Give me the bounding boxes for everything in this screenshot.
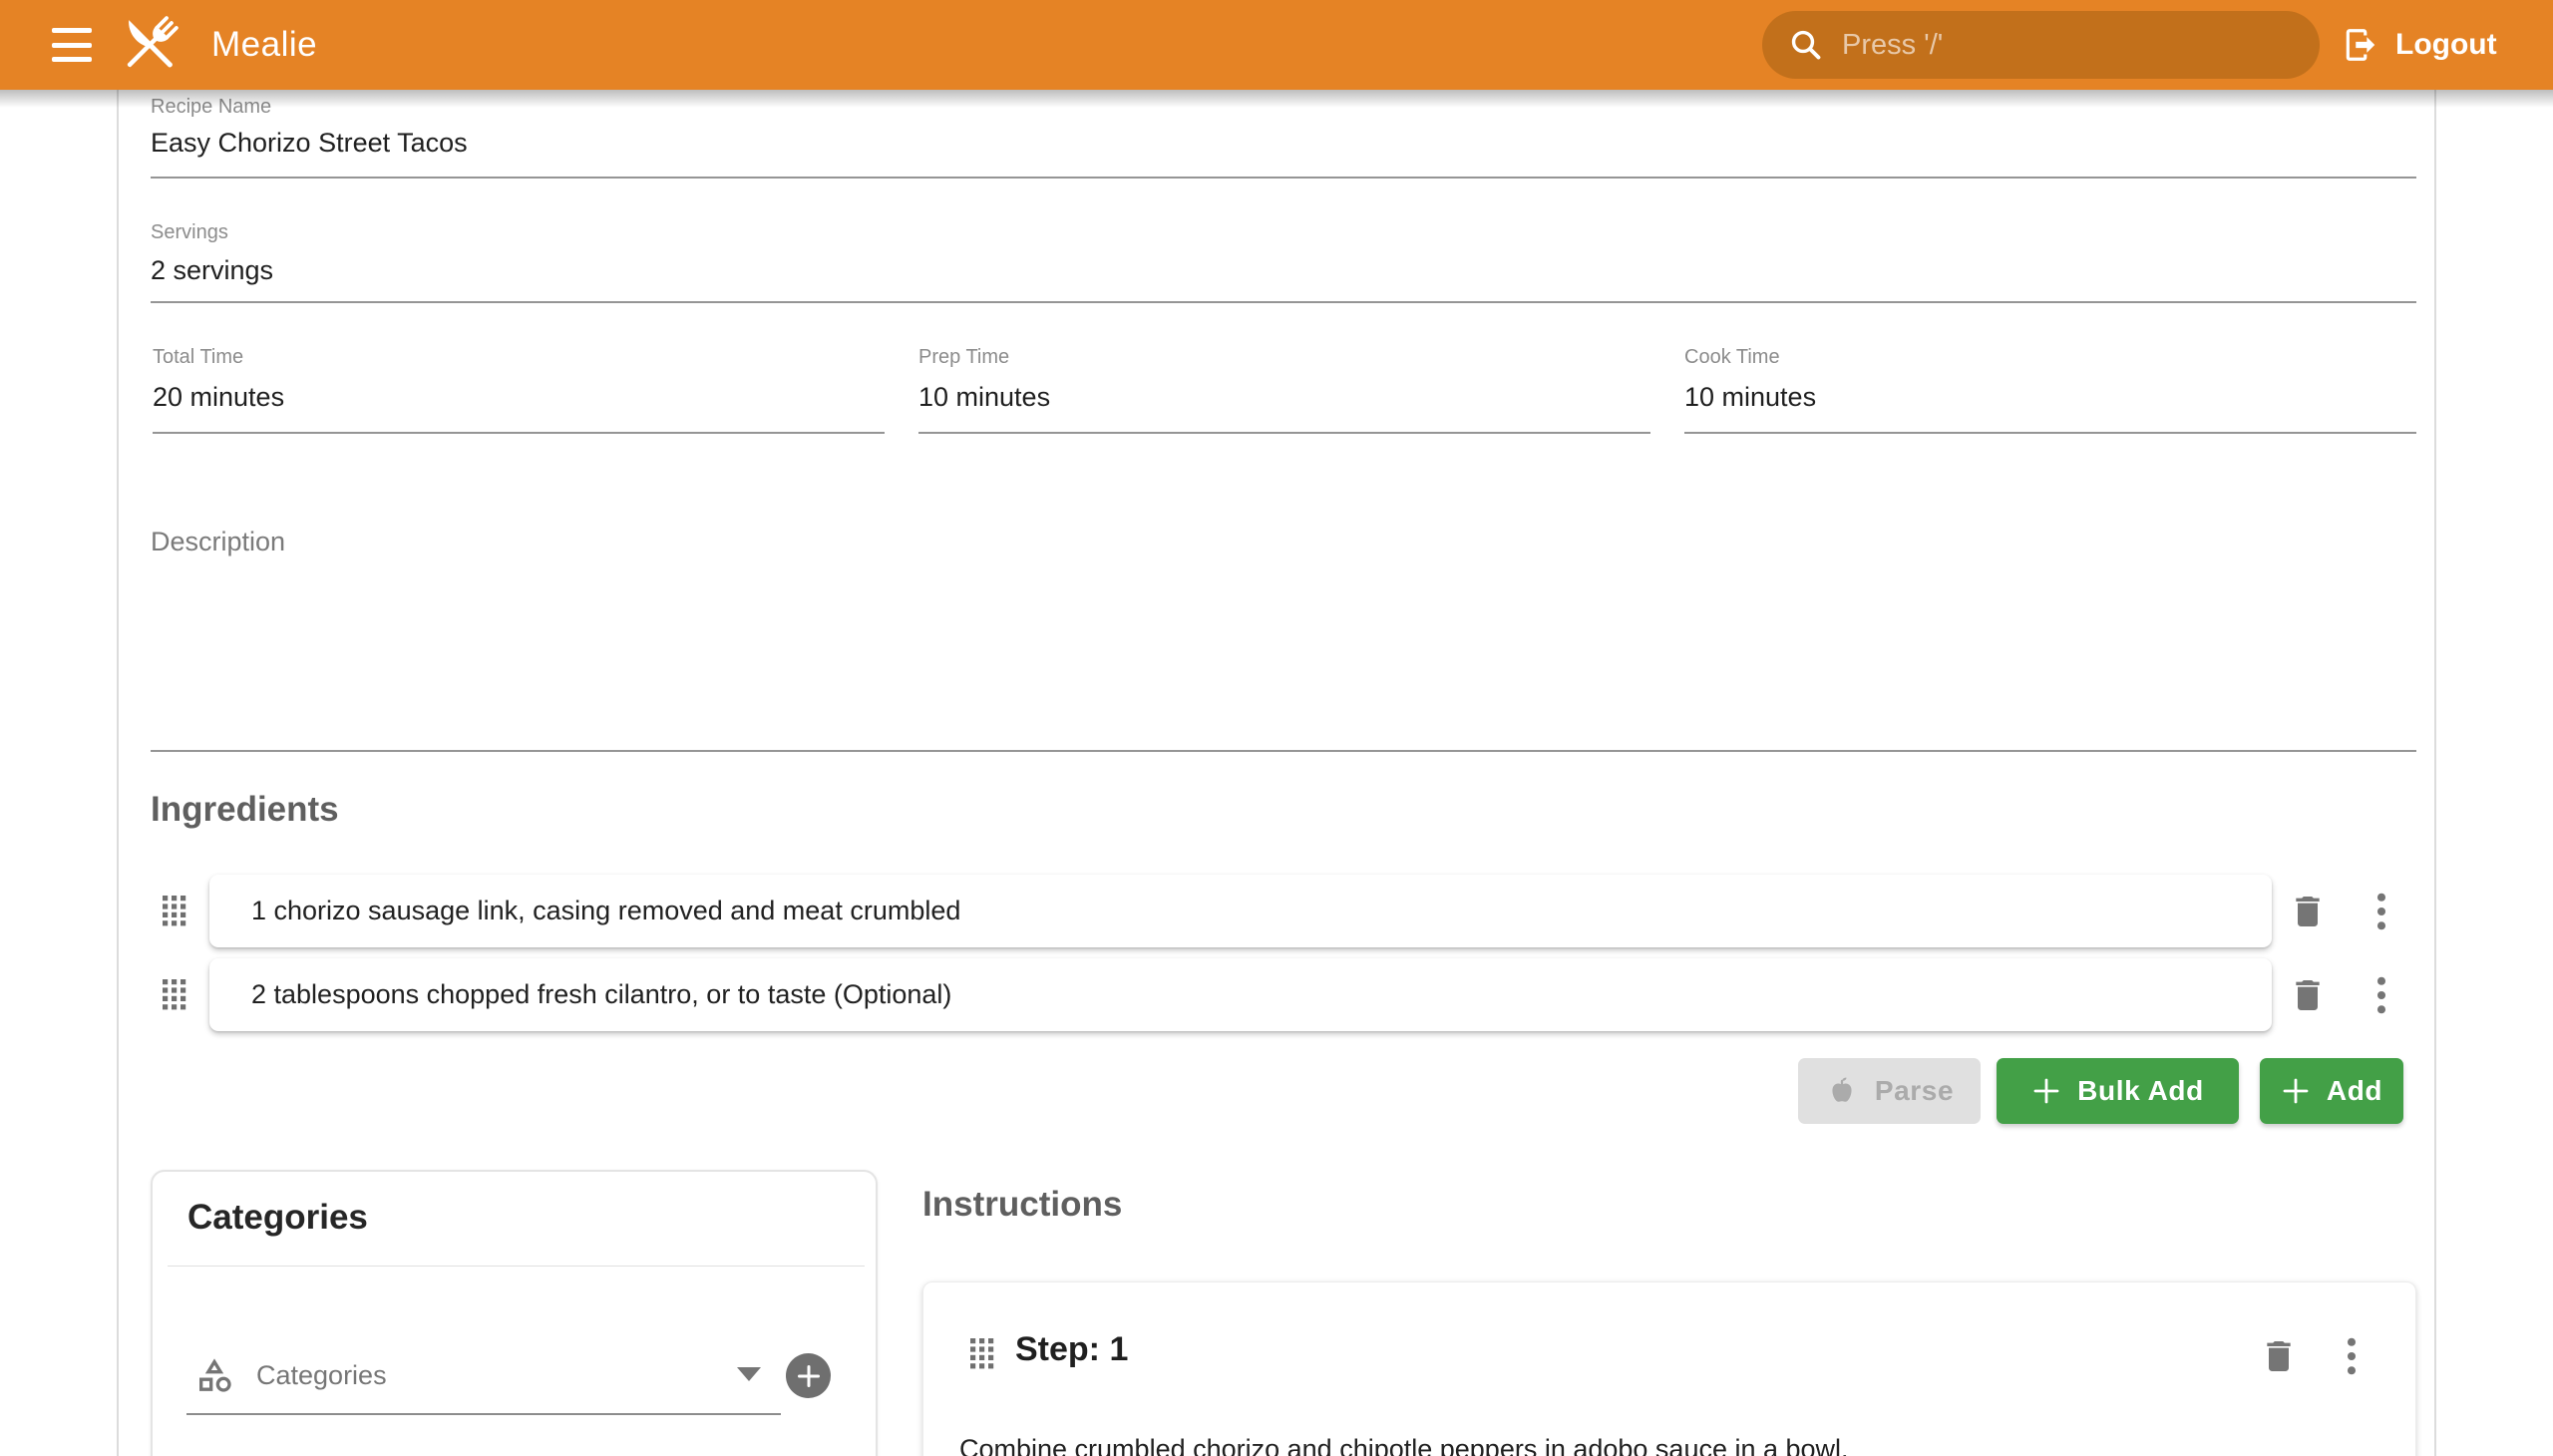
prep-time-underline [918, 432, 1650, 434]
mealie-logo-icon[interactable] [112, 7, 187, 83]
cook-time-label: Cook Time [1684, 346, 1780, 369]
search-input[interactable] [1842, 29, 2294, 62]
kebab-menu-icon [2376, 893, 2386, 930]
total-time-label: Total Time [153, 346, 243, 369]
total-time-input[interactable] [153, 382, 851, 413]
instruction-step-card: Step: 1 Combine crumbled chorizo and chi… [922, 1281, 2416, 1456]
recipe-name-underline [151, 177, 2416, 179]
step-title: Step: 1 [1015, 1330, 1128, 1369]
shapes-icon [194, 1355, 234, 1395]
search-bar[interactable] [1762, 11, 2320, 79]
drag-handle-icon[interactable] [162, 978, 187, 1010]
servings-label: Servings [151, 221, 228, 244]
ingredient-input[interactable] [251, 896, 2242, 926]
ingredient-menu-button[interactable] [2360, 973, 2403, 1017]
recipe-name-input[interactable] [151, 128, 2345, 159]
app-title: Mealie [211, 0, 317, 90]
categories-card: Categories Categories [151, 1170, 878, 1456]
categories-select-underline [186, 1413, 781, 1415]
menu-icon[interactable] [52, 24, 96, 66]
trash-icon [2288, 892, 2328, 931]
kebab-menu-icon [2347, 1337, 2357, 1375]
apple-icon [1825, 1074, 1859, 1108]
delete-step-button[interactable] [2257, 1334, 2301, 1378]
mealie-recipe-editor-page: Mealie Logout Recipe Name Servings Total… [0, 0, 2553, 1456]
parse-label: Parse [1875, 1075, 1954, 1107]
kebab-menu-icon [2376, 976, 2386, 1014]
step-text[interactable]: Combine crumbled chorizo and chipotle pe… [959, 1434, 2375, 1456]
logout-label: Logout [2395, 28, 2497, 62]
description-textarea[interactable] [151, 568, 2416, 738]
step-menu-button[interactable] [2330, 1334, 2373, 1378]
cook-time-input[interactable] [1684, 382, 2382, 413]
description-underline [151, 750, 2416, 752]
ingredients-heading: Ingredients [151, 790, 339, 830]
delete-ingredient-button[interactable] [2286, 973, 2330, 1017]
drag-handle-icon[interactable] [162, 895, 187, 926]
plus-icon [796, 1363, 822, 1389]
chevron-down-icon[interactable] [737, 1367, 761, 1381]
ingredient-menu-button[interactable] [2360, 890, 2403, 933]
header-shadow [0, 90, 2553, 108]
add-category-button[interactable] [786, 1353, 831, 1398]
ingredient-row[interactable] [209, 875, 2272, 947]
content-left-edge [117, 90, 119, 1456]
parse-button[interactable]: Parse [1798, 1058, 1981, 1124]
plus-icon [2031, 1076, 2061, 1106]
search-icon [1788, 27, 1824, 63]
logout-icon [2342, 26, 2379, 64]
app-header: Mealie Logout [0, 0, 2553, 90]
prep-time-label: Prep Time [918, 346, 1009, 369]
categories-divider [168, 1266, 865, 1267]
instructions-heading: Instructions [922, 1185, 1122, 1225]
trash-icon [2259, 1336, 2299, 1376]
prep-time-input[interactable] [918, 382, 1617, 413]
add-label: Add [2327, 1075, 2382, 1107]
ingredient-row[interactable] [209, 958, 2272, 1031]
description-label: Description [151, 527, 285, 557]
servings-underline [151, 301, 2416, 303]
categories-select-label: Categories [256, 1360, 387, 1391]
logout-button[interactable]: Logout [2342, 0, 2497, 90]
total-time-underline [153, 432, 885, 434]
categories-select[interactable]: Categories [194, 1349, 793, 1401]
bulk-add-label: Bulk Add [2077, 1075, 2204, 1107]
add-ingredient-button[interactable]: Add [2260, 1058, 2403, 1124]
delete-ingredient-button[interactable] [2286, 890, 2330, 933]
trash-icon [2288, 975, 2328, 1015]
scrollbar-track-edge[interactable] [2434, 90, 2436, 1456]
cook-time-underline [1684, 432, 2416, 434]
bulk-add-button[interactable]: Bulk Add [1997, 1058, 2239, 1124]
plus-icon [2281, 1076, 2311, 1106]
servings-input[interactable] [151, 255, 2345, 286]
categories-card-title: Categories [187, 1198, 368, 1238]
ingredient-input[interactable] [251, 979, 2242, 1010]
drag-handle-icon[interactable] [969, 1337, 995, 1369]
